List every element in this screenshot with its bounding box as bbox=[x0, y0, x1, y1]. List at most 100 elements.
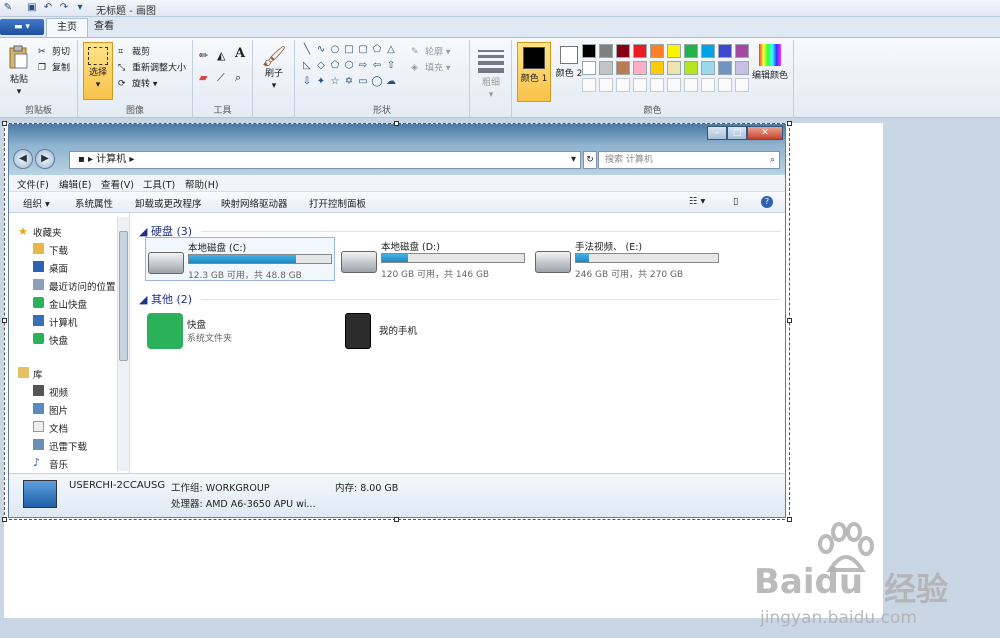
right-arrow-shape-icon[interactable]: ⇨ bbox=[357, 60, 369, 72]
outline-icon: ✎ bbox=[411, 47, 419, 57]
edit-colors-button[interactable]: 编辑颜色 bbox=[750, 44, 790, 82]
custom-color-slot[interactable] bbox=[735, 78, 749, 92]
up-arrow-shape-icon[interactable]: ⇧ bbox=[385, 60, 397, 72]
hexagon-shape-icon[interactable]: ⬡ bbox=[343, 60, 355, 72]
resize-handle[interactable] bbox=[2, 121, 7, 126]
color-swatch[interactable] bbox=[667, 44, 681, 58]
custom-color-slot[interactable] bbox=[684, 78, 698, 92]
magnifier-icon[interactable]: ⌕ bbox=[235, 72, 241, 84]
color-swatch[interactable] bbox=[735, 44, 749, 58]
resize-handle[interactable] bbox=[2, 517, 7, 522]
cut-button[interactable]: ✂ 剪切 bbox=[38, 46, 70, 59]
color2-swatch bbox=[560, 46, 578, 64]
color1-button[interactable]: 颜色 1 bbox=[517, 42, 551, 102]
left-arrow-shape-icon[interactable]: ⇦ bbox=[371, 60, 383, 72]
resize-handle[interactable] bbox=[2, 318, 7, 323]
custom-color-slot[interactable] bbox=[701, 78, 715, 92]
select-button[interactable]: 选择 ▾ bbox=[83, 42, 113, 100]
size-button[interactable]: 粗细 ▾ bbox=[478, 46, 504, 101]
watermark-url: jingyan.baidu.com bbox=[760, 608, 917, 628]
brushes-button[interactable]: 🖌 刷子 ▾ bbox=[259, 44, 289, 92]
tab-view[interactable]: 查看 bbox=[84, 18, 124, 37]
custom-color-slot[interactable] bbox=[633, 78, 647, 92]
crop-label: 裁剪 bbox=[132, 47, 151, 58]
paste-button[interactable]: 粘贴 ▾ bbox=[4, 44, 34, 104]
undo-icon[interactable]: ↶ bbox=[42, 2, 54, 14]
tab-home[interactable]: 主页 bbox=[46, 18, 88, 37]
fill-bucket-icon[interactable]: ◭ bbox=[217, 50, 225, 62]
color1-swatch bbox=[523, 47, 545, 69]
color-swatch[interactable] bbox=[633, 44, 647, 58]
color-swatch[interactable] bbox=[616, 44, 630, 58]
four-point-star-icon[interactable]: ✦ bbox=[315, 76, 327, 88]
resize-handle[interactable] bbox=[787, 318, 792, 323]
rounded-callout-icon[interactable]: ▭ bbox=[357, 76, 369, 88]
curve-shape-icon[interactable]: ∿ bbox=[315, 44, 327, 56]
window-title: 无标题 - 画图 bbox=[96, 6, 156, 17]
customize-quick-access-icon[interactable]: ▾ bbox=[74, 2, 86, 14]
copy-button[interactable]: ❐ 复制 bbox=[38, 62, 70, 75]
clipboard-group: 粘贴 ▾ ✂ 剪切 ❐ 复制 剪贴板 bbox=[0, 40, 78, 118]
custom-color-slot[interactable] bbox=[599, 78, 613, 92]
rainbow-palette-icon bbox=[759, 44, 781, 66]
tools-group: ✏ ◭ A ▰ ⟋ ⌕ 工具 bbox=[193, 40, 253, 118]
brush-icon: 🖌 bbox=[261, 44, 287, 68]
cloud-callout-icon[interactable]: ☁ bbox=[385, 76, 397, 88]
scissors-icon: ✂ bbox=[38, 47, 46, 57]
color-swatch[interactable] bbox=[633, 61, 647, 75]
color-swatch[interactable] bbox=[599, 44, 613, 58]
five-point-star-icon[interactable]: ☆ bbox=[329, 76, 341, 88]
resize-button[interactable]: ⤡ 重新调整大小 bbox=[118, 62, 186, 75]
polygon-shape-icon[interactable]: ⬠ bbox=[371, 44, 383, 56]
diamond-shape-icon[interactable]: ◇ bbox=[315, 60, 327, 72]
watermark-brand: Baidu bbox=[754, 562, 864, 602]
color-swatch[interactable] bbox=[701, 61, 715, 75]
right-triangle-shape-icon[interactable]: ◺ bbox=[301, 60, 313, 72]
down-arrow-shape-icon[interactable]: ⇩ bbox=[301, 76, 313, 88]
redo-icon[interactable]: ↷ bbox=[58, 2, 70, 14]
resize-handle[interactable] bbox=[394, 121, 399, 126]
color2-button[interactable]: 颜色 2 bbox=[554, 42, 584, 80]
six-point-star-icon[interactable]: ✡ bbox=[343, 76, 355, 88]
resize-handle[interactable] bbox=[394, 517, 399, 522]
selection-rectangle[interactable] bbox=[2, 121, 792, 522]
rounded-rectangle-shape-icon[interactable]: ▢ bbox=[357, 44, 369, 56]
eraser-icon[interactable]: ▰ bbox=[199, 72, 207, 84]
color-swatch[interactable] bbox=[650, 44, 664, 58]
pencil-icon[interactable]: ✏ bbox=[199, 50, 208, 62]
color-swatch[interactable] bbox=[684, 44, 698, 58]
line-shape-icon[interactable]: ╲ bbox=[301, 44, 313, 56]
save-icon[interactable]: ▣ bbox=[26, 2, 38, 14]
outline-button[interactable]: ✎ 轮廓 ▾ bbox=[411, 46, 450, 59]
custom-color-slot[interactable] bbox=[718, 78, 732, 92]
color-swatch[interactable] bbox=[582, 44, 596, 58]
color-picker-icon[interactable]: ⟋ bbox=[217, 72, 225, 84]
crop-button[interactable]: ⌗ 裁剪 bbox=[118, 46, 150, 59]
color-swatch[interactable] bbox=[701, 44, 715, 58]
color-swatch[interactable] bbox=[735, 61, 749, 75]
custom-color-slot[interactable] bbox=[650, 78, 664, 92]
color-swatch[interactable] bbox=[582, 61, 596, 75]
fill-button[interactable]: ◈ 填充 ▾ bbox=[411, 62, 450, 75]
text-tool-icon[interactable]: A bbox=[235, 47, 245, 60]
custom-color-slot[interactable] bbox=[582, 78, 596, 92]
oval-shape-icon[interactable]: ○ bbox=[329, 44, 341, 56]
resize-handle[interactable] bbox=[787, 121, 792, 126]
color-swatch[interactable] bbox=[718, 44, 732, 58]
custom-color-slot[interactable] bbox=[616, 78, 630, 92]
pentagon-shape-icon[interactable]: ⬠ bbox=[329, 60, 341, 72]
color-swatch[interactable] bbox=[599, 61, 613, 75]
color2-label: 颜色 2 bbox=[555, 69, 583, 79]
color-swatch[interactable] bbox=[667, 61, 681, 75]
custom-color-slot[interactable] bbox=[667, 78, 681, 92]
paint-menu-button[interactable]: ▬ ▾ bbox=[0, 19, 44, 35]
clipboard-group-label: 剪贴板 bbox=[24, 106, 52, 116]
rectangle-shape-icon[interactable]: □ bbox=[343, 44, 355, 56]
color-swatch[interactable] bbox=[718, 61, 732, 75]
oval-callout-icon[interactable]: ◯ bbox=[371, 76, 383, 88]
color-swatch[interactable] bbox=[684, 61, 698, 75]
rotate-button[interactable]: ⟳ 旋转 ▾ bbox=[118, 78, 157, 91]
triangle-shape-icon[interactable]: △ bbox=[385, 44, 397, 56]
color-swatch[interactable] bbox=[650, 61, 664, 75]
color-swatch[interactable] bbox=[616, 61, 630, 75]
